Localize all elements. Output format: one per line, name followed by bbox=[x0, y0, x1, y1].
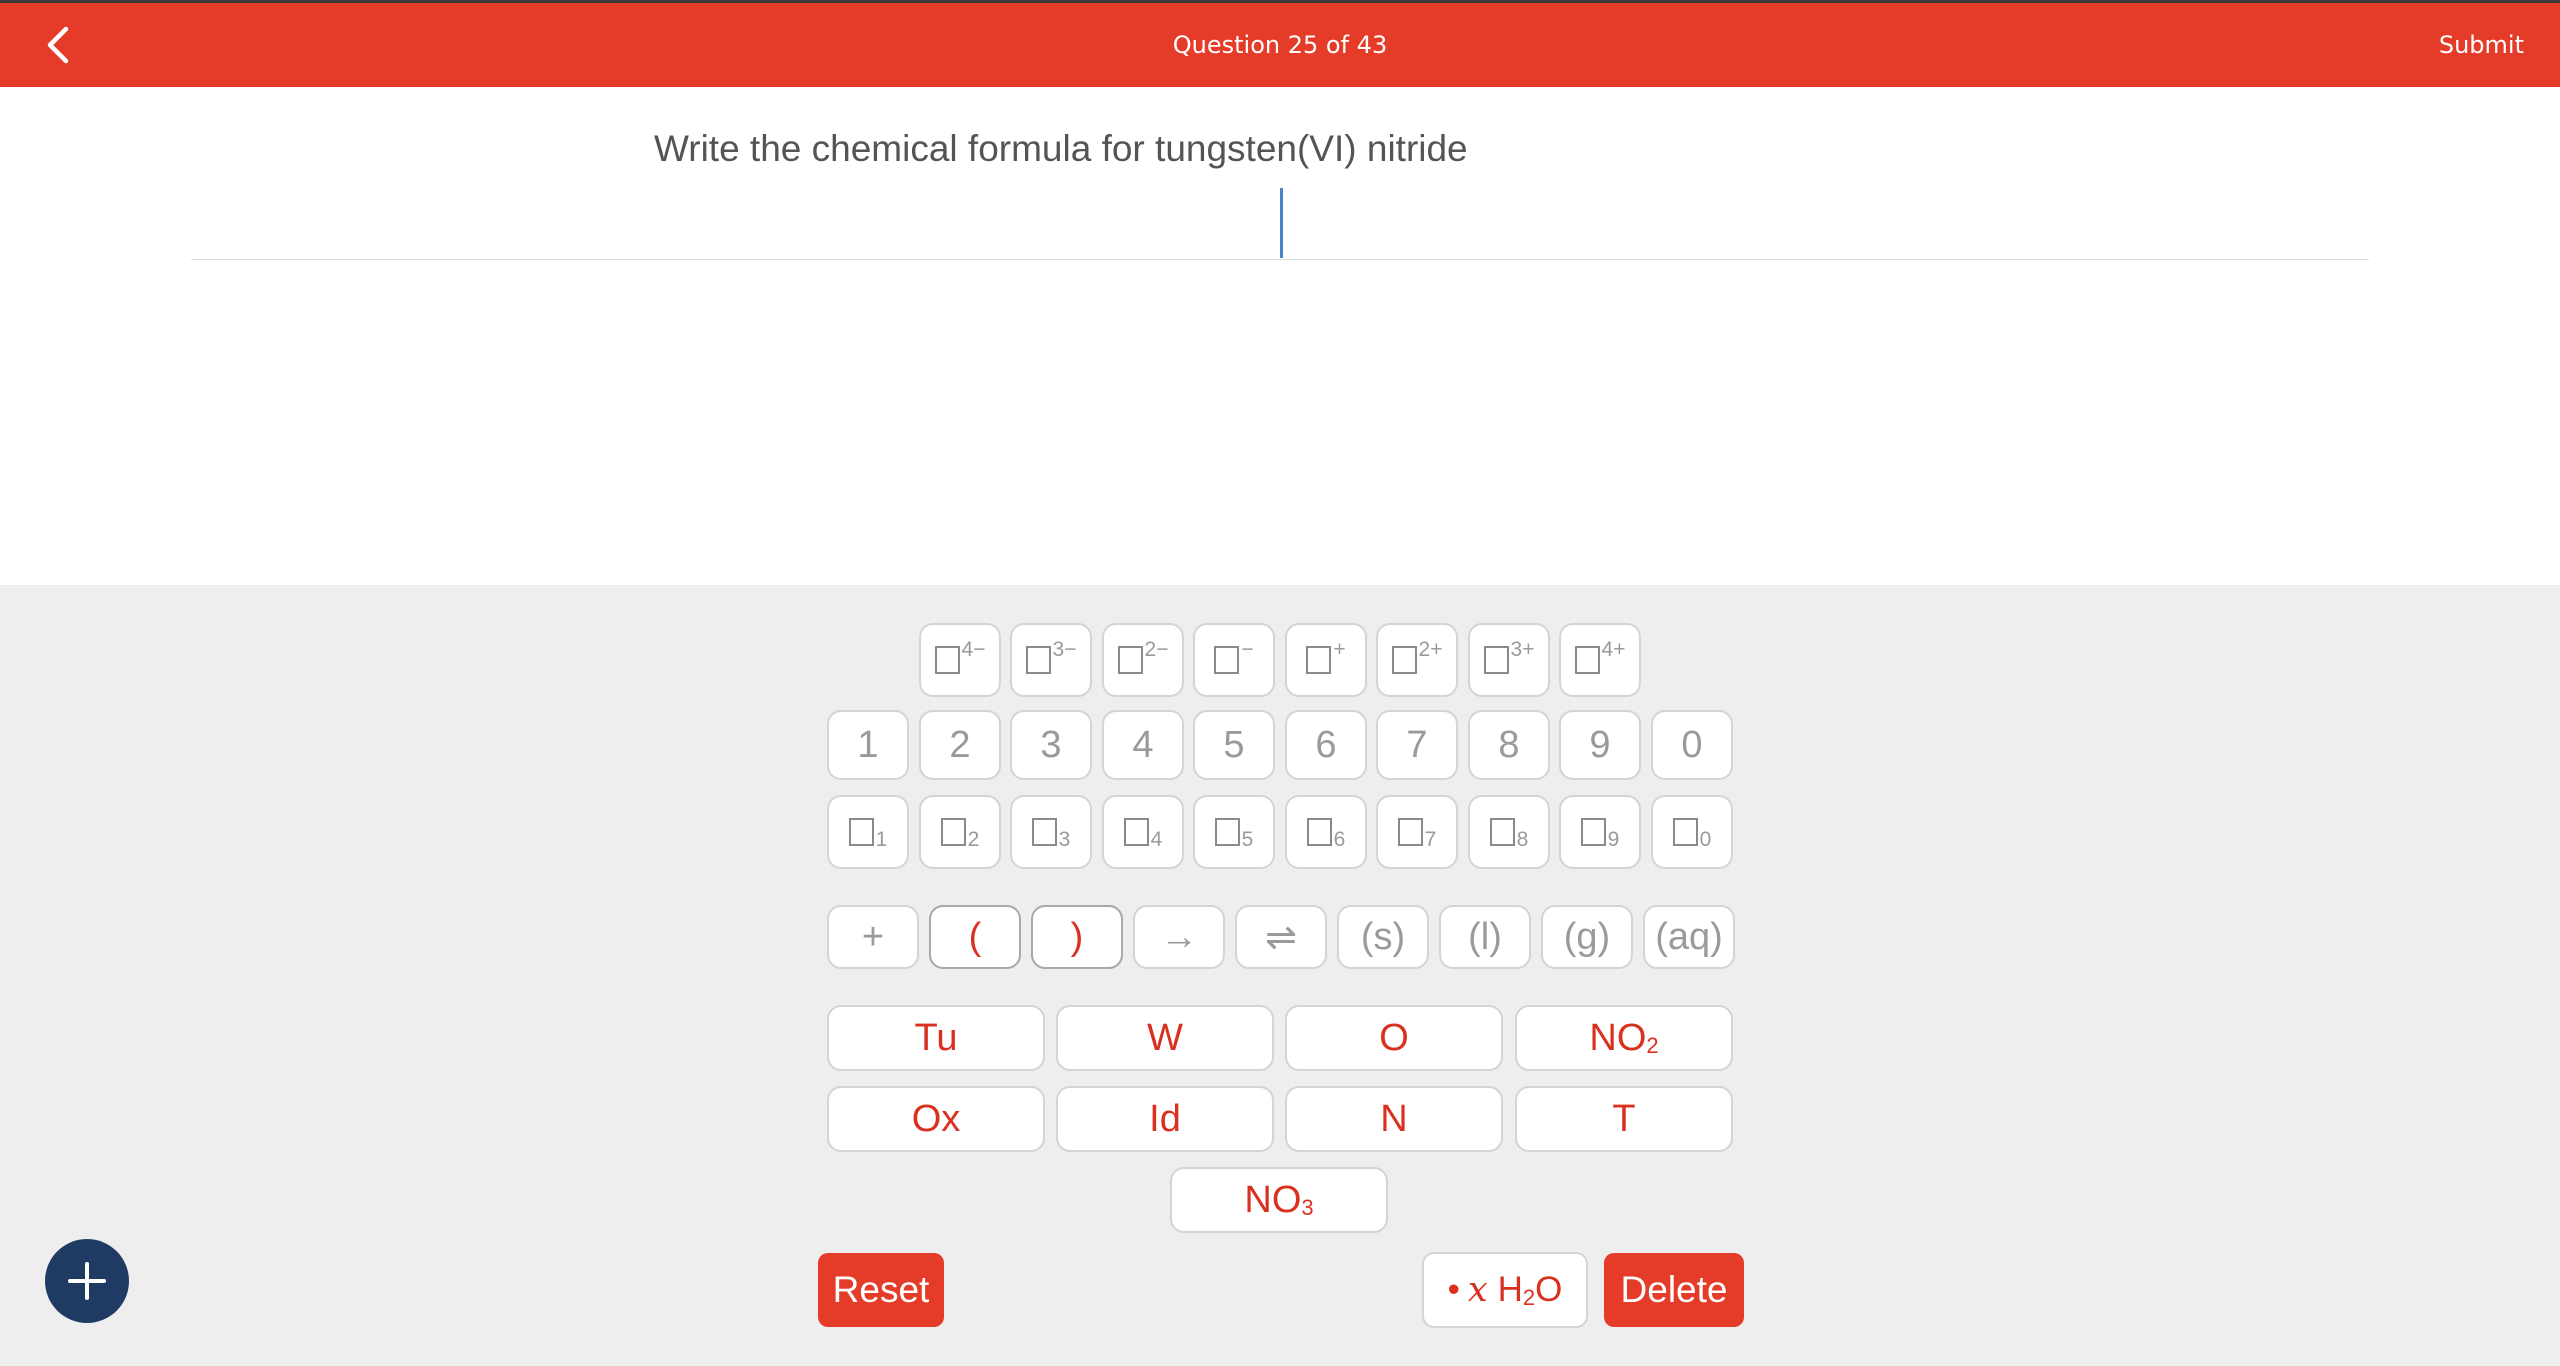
digit-key[interactable]: 4 bbox=[1102, 710, 1184, 780]
charge-key[interactable]: 2+ bbox=[1376, 623, 1458, 697]
subscript-key[interactable]: 4 bbox=[1102, 795, 1184, 869]
charge-key[interactable]: 3− bbox=[1010, 623, 1092, 697]
subscript-key[interactable]: 0 bbox=[1651, 795, 1733, 869]
element-key-n[interactable]: N bbox=[1285, 1086, 1503, 1152]
placeholder-box-icon bbox=[1214, 818, 1240, 846]
charge-key[interactable]: + bbox=[1285, 623, 1367, 697]
placeholder-box-icon bbox=[1214, 646, 1240, 674]
digit-key[interactable]: 9 bbox=[1559, 710, 1641, 780]
liquid-state-key[interactable]: (l) bbox=[1439, 905, 1531, 969]
reaction-arrow-key[interactable]: → bbox=[1133, 905, 1225, 969]
plus-icon bbox=[68, 1262, 106, 1300]
element-key-no3[interactable]: NO 3 bbox=[1170, 1167, 1388, 1233]
add-button[interactable] bbox=[45, 1239, 129, 1323]
answer-input[interactable] bbox=[191, 180, 2369, 260]
placeholder-box-icon bbox=[1117, 646, 1143, 674]
plus-key[interactable]: + bbox=[827, 905, 919, 969]
delete-button[interactable]: Delete bbox=[1604, 1253, 1744, 1327]
digit-key[interactable]: 2 bbox=[919, 710, 1001, 780]
close-paren-key[interactable]: ) bbox=[1031, 905, 1123, 969]
subscript-key[interactable]: 6 bbox=[1285, 795, 1367, 869]
text-cursor bbox=[1280, 188, 1283, 258]
subscript-key[interactable]: 1 bbox=[827, 795, 909, 869]
placeholder-box-icon bbox=[1391, 646, 1417, 674]
placeholder-box-icon bbox=[934, 646, 960, 674]
charge-key[interactable]: − bbox=[1193, 623, 1275, 697]
element-key-ox[interactable]: Ox bbox=[827, 1086, 1045, 1152]
placeholder-box-icon bbox=[1306, 646, 1332, 674]
placeholder-box-icon bbox=[1672, 818, 1698, 846]
gas-state-key[interactable]: (g) bbox=[1541, 905, 1633, 969]
submit-button[interactable]: Submit bbox=[2439, 31, 2524, 59]
placeholder-box-icon bbox=[1580, 818, 1606, 846]
digit-key[interactable]: 5 bbox=[1193, 710, 1275, 780]
question-text: Write the chemical formula for tungsten(… bbox=[654, 128, 1468, 169]
water-of-hydration-button[interactable]: • x H 2 O bbox=[1422, 1252, 1588, 1328]
placeholder-box-icon bbox=[1483, 646, 1509, 674]
placeholder-box-icon bbox=[1031, 818, 1057, 846]
charge-key[interactable]: 4+ bbox=[1559, 623, 1641, 697]
solid-state-key[interactable]: (s) bbox=[1337, 905, 1429, 969]
subscript-key[interactable]: 9 bbox=[1559, 795, 1641, 869]
app-root: Question 25 of 43 Submit Write the chemi… bbox=[0, 0, 2560, 1366]
open-paren-key[interactable]: ( bbox=[929, 905, 1021, 969]
aqueous-state-key[interactable]: (aq) bbox=[1643, 905, 1735, 969]
element-key-tu[interactable]: Tu bbox=[827, 1005, 1045, 1071]
subscript-key[interactable]: 3 bbox=[1010, 795, 1092, 869]
element-key-id[interactable]: Id bbox=[1056, 1086, 1274, 1152]
keypad: 4− 3− 2− − + 2+ 3+ 4+ 1 2 3 4 5 6 7 8 9 bbox=[0, 585, 2560, 1366]
placeholder-box-icon bbox=[1397, 818, 1423, 846]
question-counter: Question 25 of 43 bbox=[1172, 31, 1388, 59]
subscript-key[interactable]: 8 bbox=[1468, 795, 1550, 869]
digit-key[interactable]: 1 bbox=[827, 710, 909, 780]
placeholder-box-icon bbox=[1306, 818, 1332, 846]
placeholder-box-icon bbox=[1489, 818, 1515, 846]
reset-button[interactable]: Reset bbox=[818, 1253, 944, 1327]
subscript-key[interactable]: 2 bbox=[919, 795, 1001, 869]
subscript-key[interactable]: 7 bbox=[1376, 795, 1458, 869]
element-key-w[interactable]: W bbox=[1056, 1005, 1274, 1071]
charge-key[interactable]: 3+ bbox=[1468, 623, 1550, 697]
element-key-no2[interactable]: NO 2 bbox=[1515, 1005, 1733, 1071]
placeholder-box-icon bbox=[1123, 818, 1149, 846]
placeholder-box-icon bbox=[940, 818, 966, 846]
subscript-key[interactable]: 5 bbox=[1193, 795, 1275, 869]
placeholder-box-icon bbox=[848, 818, 874, 846]
placeholder-box-icon bbox=[1574, 646, 1600, 674]
digit-key[interactable]: 0 bbox=[1651, 710, 1733, 780]
equilibrium-arrow-key[interactable]: ⇌ bbox=[1235, 905, 1327, 969]
digit-key[interactable]: 8 bbox=[1468, 710, 1550, 780]
element-key-t[interactable]: T bbox=[1515, 1086, 1733, 1152]
digit-key[interactable]: 6 bbox=[1285, 710, 1367, 780]
placeholder-box-icon bbox=[1025, 646, 1051, 674]
top-bar: Question 25 of 43 Submit bbox=[0, 0, 2560, 87]
charge-key[interactable]: 4− bbox=[919, 623, 1001, 697]
element-key-o[interactable]: O bbox=[1285, 1005, 1503, 1071]
digit-key[interactable]: 7 bbox=[1376, 710, 1458, 780]
digit-key[interactable]: 3 bbox=[1010, 710, 1092, 780]
charge-key[interactable]: 2− bbox=[1102, 623, 1184, 697]
